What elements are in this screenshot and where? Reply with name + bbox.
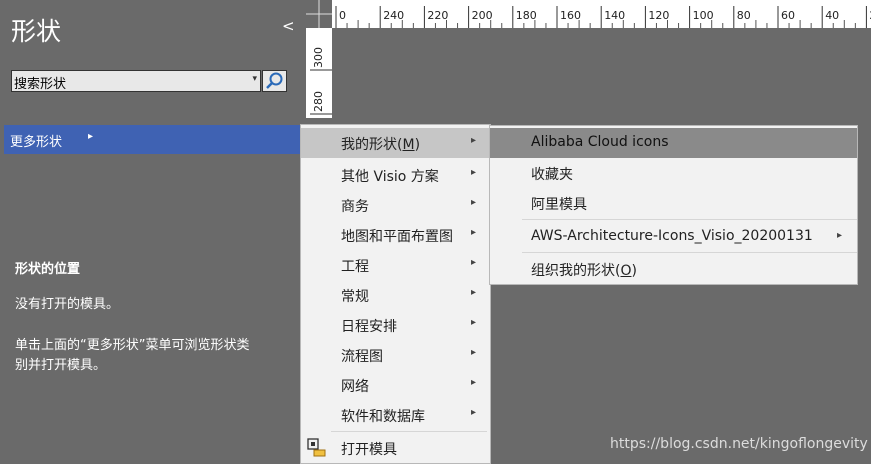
panel-title: 形状 xyxy=(11,17,62,46)
menu-separator xyxy=(522,219,857,220)
chevron-right-icon: ▸ xyxy=(837,230,843,241)
location-line-2: 单击上面的“更多形状”菜单可浏览形状类 xyxy=(15,338,250,353)
watermark: https://blog.csdn.net/kingoflongevity xyxy=(610,436,868,452)
my-shapes-submenu: Alibaba Cloud icons 收藏夹 阿里模具 AWS-Archite… xyxy=(489,125,858,285)
more-shapes-menu: 我的形状(M) ▸ 其他 Visio 方案 ▸ 商务 ▸ 地图和平面布置图 ▸ … xyxy=(300,124,491,464)
menu-item-label: 我的形状(M) xyxy=(341,137,421,153)
menu-item-favorites[interactable]: 收藏夹 xyxy=(490,158,857,188)
menu-item-label: 组织我的形状(O) xyxy=(531,263,637,279)
ruler-tick-label: 180 xyxy=(516,9,537,22)
menu-item-label: 流程图 xyxy=(341,349,383,365)
chevron-right-icon: ▸ xyxy=(471,287,477,298)
menu-item-general[interactable]: 常规 ▸ xyxy=(301,280,490,310)
menu-item-maps[interactable]: 地图和平面布置图 ▸ xyxy=(301,220,490,250)
location-title: 形状的位置 xyxy=(15,262,81,277)
ruler-tick-label: 160 xyxy=(560,9,581,22)
chevron-right-icon: ▸ xyxy=(471,257,477,268)
ruler-tick-label: 140 xyxy=(604,9,625,22)
ruler-tick-label: 200 xyxy=(472,9,493,22)
menu-item-other-visio[interactable]: 其他 Visio 方案 ▸ xyxy=(301,160,490,190)
menu-item-label: 阿里模具 xyxy=(531,197,587,213)
menu-item-ali-stencil[interactable]: 阿里模具 xyxy=(490,188,857,218)
ruler-tick-label: 220 xyxy=(427,9,448,22)
menu-item-organize-my-shapes[interactable]: 组织我的形状(O) xyxy=(490,254,857,284)
chevron-right-icon: ▸ xyxy=(471,407,477,418)
ruler-top: 024022020018016014012010080604020 xyxy=(306,0,871,28)
search-button[interactable] xyxy=(262,70,287,92)
chevron-right-icon: ▸ xyxy=(471,377,477,388)
menu-item-open-stencil[interactable]: 打开模具 xyxy=(301,433,490,463)
chevron-right-icon: ▸ xyxy=(471,135,477,146)
menu-separator xyxy=(522,252,857,253)
ruler-tick-label: 0 xyxy=(339,9,346,22)
open-stencil-icon xyxy=(307,438,326,457)
menu-item-label: 日程安排 xyxy=(341,319,397,335)
menu-item-network[interactable]: 网络 ▸ xyxy=(301,370,490,400)
ruler-left: 300 280 xyxy=(306,28,332,118)
menu-item-software-db[interactable]: 软件和数据库 ▸ xyxy=(301,400,490,430)
menu-item-label: 工程 xyxy=(341,259,369,275)
chevron-right-icon: ▸ xyxy=(88,131,94,142)
collapse-icon[interactable]: < xyxy=(282,17,295,35)
search-input[interactable]: 搜索形状 ▾ xyxy=(11,70,261,92)
more-shapes-label: 更多形状 xyxy=(10,135,63,150)
ruler-tick-label: 120 xyxy=(648,9,669,22)
ruler-tick-label: 80 xyxy=(737,9,751,22)
chevron-right-icon: ▸ xyxy=(471,347,477,358)
ruler-tick-label: 240 xyxy=(383,9,404,22)
menu-item-label: 打开模具 xyxy=(341,442,397,458)
menu-item-label: 软件和数据库 xyxy=(341,409,425,425)
menu-item-label: AWS-Architecture-Icons_Visio_20200131 xyxy=(531,228,813,244)
more-shapes-button[interactable]: 更多形状 ▸ xyxy=(4,125,301,154)
ruler-tick-label: 280 xyxy=(312,91,325,112)
location-line-1: 没有打开的模具。 xyxy=(15,297,120,312)
menu-item-engineering[interactable]: 工程 ▸ xyxy=(301,250,490,280)
menu-separator xyxy=(331,431,487,432)
chevron-right-icon: ▸ xyxy=(471,197,477,208)
chevron-down-icon[interactable]: ▾ xyxy=(252,74,257,84)
menu-item-alibaba-cloud-icons[interactable]: Alibaba Cloud icons xyxy=(490,128,857,158)
ruler-tick-label: 40 xyxy=(825,9,839,22)
chevron-right-icon: ▸ xyxy=(471,167,477,178)
search-icon xyxy=(266,72,283,89)
ruler-tick-label: 60 xyxy=(781,9,795,22)
shapes-panel: 形状 < 搜索形状 ▾ 更多形状 ▸ 形状的位置 没有打开的模具。 单击上面的“… xyxy=(0,0,301,464)
menu-item-label: 收藏夹 xyxy=(531,167,573,183)
menu-item-flowchart[interactable]: 流程图 ▸ xyxy=(301,340,490,370)
ruler-tick-label: 300 xyxy=(312,47,325,68)
menu-item-label: 其他 Visio 方案 xyxy=(341,169,439,185)
chevron-right-icon: ▸ xyxy=(471,227,477,238)
menu-item-label: 常规 xyxy=(341,289,369,305)
search-input-text: 搜索形状 xyxy=(14,77,67,92)
chevron-right-icon: ▸ xyxy=(471,317,477,328)
menu-item-label: 地图和平面布置图 xyxy=(341,229,453,245)
menu-item-label: 商务 xyxy=(341,199,369,215)
menu-item-label: 网络 xyxy=(341,379,369,395)
menu-item-label: Alibaba Cloud icons xyxy=(531,134,669,150)
menu-item-my-shapes[interactable]: 我的形状(M) ▸ xyxy=(301,128,490,158)
menu-item-schedule[interactable]: 日程安排 ▸ xyxy=(301,310,490,340)
menu-item-aws-architecture-icons[interactable]: AWS-Architecture-Icons_Visio_20200131 ▸ xyxy=(490,222,857,252)
location-line-3: 别并打开模具。 xyxy=(15,358,107,373)
menu-item-business[interactable]: 商务 ▸ xyxy=(301,190,490,220)
ruler-tick-label: 100 xyxy=(693,9,714,22)
